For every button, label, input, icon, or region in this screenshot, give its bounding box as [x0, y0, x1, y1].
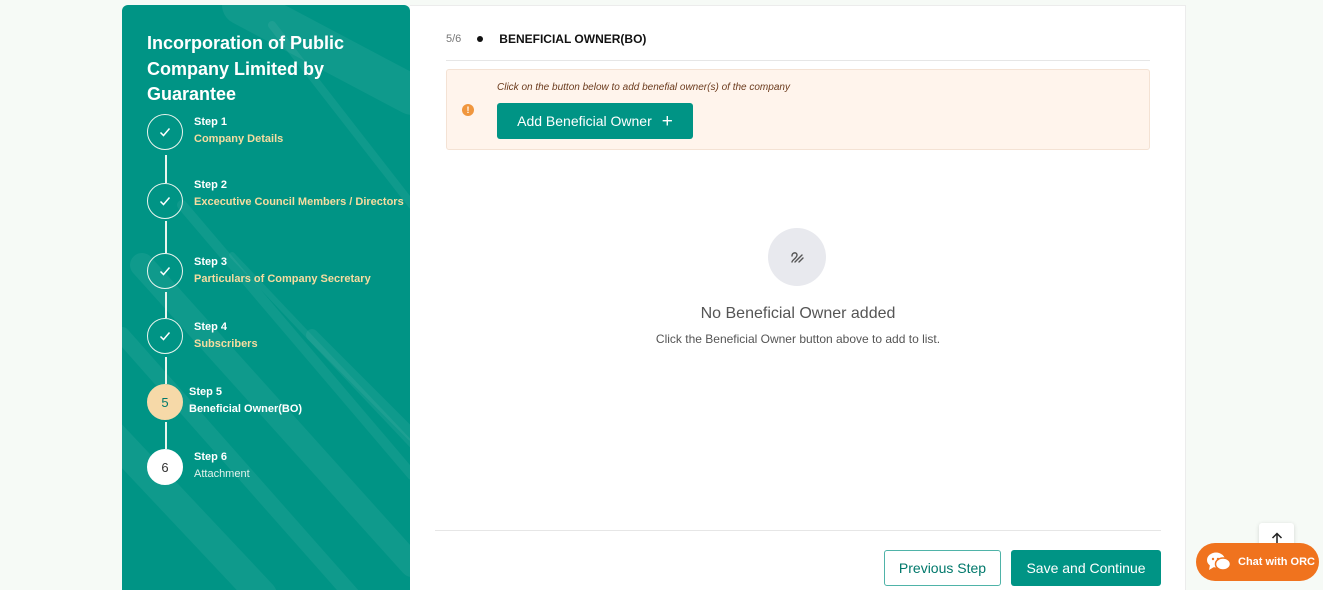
step-item-6[interactable]: 6 Step 6 Attachment	[147, 449, 407, 489]
empty-state-title: No Beneficial Owner added	[700, 305, 896, 322]
step-label: Beneficial Owner(BO)	[189, 403, 303, 415]
step-number: Step 5	[189, 386, 223, 398]
step-badge: 6	[147, 449, 183, 485]
check-icon	[147, 183, 183, 219]
step-badge: 5	[147, 384, 183, 420]
step-progress: 5/6	[446, 33, 462, 45]
step-number: Step 1	[194, 116, 228, 128]
step-number: Step 2	[194, 179, 228, 191]
step-label: Company Details	[194, 133, 284, 145]
step-item-1[interactable]: Step 1 Company Details	[147, 114, 407, 154]
warning-icon: !	[462, 104, 474, 116]
step-item-3[interactable]: Step 3 Particulars of Company Secretary	[147, 253, 407, 293]
section-header: 5/6 BENEFICIAL OWNER(BO)	[446, 32, 646, 46]
step-label: Particulars of Company Secretary	[194, 273, 371, 285]
add-beneficial-owner-button[interactable]: Add Beneficial Owner +	[497, 103, 693, 139]
divider	[435, 530, 1161, 531]
main-panel: 5/6 BENEFICIAL OWNER(BO) ! Click on the …	[410, 5, 1186, 590]
chat-label: Chat with ORC	[1238, 556, 1315, 568]
step-item-4[interactable]: Step 4 Subscribers	[147, 318, 407, 358]
empty-state-icon	[768, 228, 826, 286]
step-connector	[165, 292, 167, 318]
check-icon	[147, 114, 183, 150]
alert-message: Click on the button below to add benefia…	[497, 82, 790, 93]
add-button-label: Add Beneficial Owner	[517, 113, 652, 129]
section-title: BENEFICIAL OWNER(BO)	[499, 32, 647, 46]
step-item-2[interactable]: Step 2 Excecutive Council Members / Dire…	[147, 179, 407, 223]
step-number: Step 6	[194, 451, 228, 463]
step-connector	[165, 155, 167, 183]
bullet-icon	[477, 36, 484, 42]
empty-state-subtitle: Click the Beneficial Owner button above …	[655, 332, 941, 346]
plus-icon: +	[661, 110, 673, 132]
check-icon	[147, 253, 183, 289]
save-and-continue-button[interactable]: Save and Continue	[1011, 550, 1161, 586]
step-connector	[165, 357, 167, 384]
step-item-5[interactable]: 5 Step 5 Beneficial Owner(BO)	[147, 384, 407, 424]
step-label: Subscribers	[194, 338, 258, 350]
step-connector	[165, 422, 167, 449]
steps-sidebar: Incorporation of Public Company Limited …	[122, 5, 410, 590]
check-icon	[147, 318, 183, 354]
form-title: Incorporation of Public Company Limited …	[147, 33, 344, 104]
step-number: Step 3	[194, 256, 228, 268]
previous-step-button[interactable]: Previous Step	[884, 550, 1001, 586]
step-connector	[165, 221, 167, 253]
chat-with-orc-button[interactable]: Chat with ORC	[1196, 543, 1319, 581]
step-number: Step 4	[194, 321, 228, 333]
info-alert: ! Click on the button below to add benef…	[446, 69, 1150, 150]
step-label: Excecutive Council Members / Directors	[194, 196, 404, 208]
chat-bubbles-icon	[1207, 552, 1232, 571]
divider	[446, 60, 1150, 61]
step-label: Attachment	[194, 468, 250, 480]
